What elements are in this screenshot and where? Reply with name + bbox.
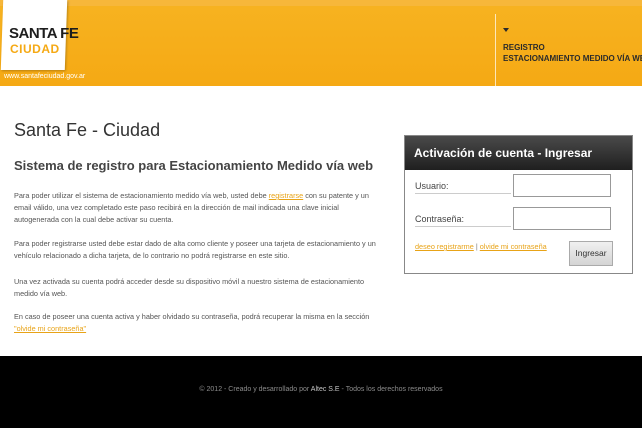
username-input[interactable] <box>513 174 611 197</box>
footer-text-before: © 2012 - Creado y desarrollado por <box>199 386 311 393</box>
footer-copyright: © 2012 - Creado y desarrollado por Altec… <box>0 386 642 393</box>
mobile-access-paragraph: Una vez activada su cuenta podrá acceder… <box>14 277 365 298</box>
forgot-password-inline-link[interactable]: "olvide mi contraseña" <box>14 324 86 333</box>
site-header: SANTA FE CIUDAD www.santafeciudad.gov.ar… <box>0 0 642 86</box>
page-subtitle: Sistema de registro para Estacionamiento… <box>14 158 374 173</box>
intro-text-before: Para poder utilizar el sistema de estaci… <box>14 191 269 200</box>
chevron-down-icon <box>503 28 509 32</box>
registry-label: REGISTRO <box>503 43 545 52</box>
footer-company: Altec S.E <box>310 386 340 393</box>
page-title: Santa Fe - Ciudad <box>14 120 161 140</box>
intro-paragraph: Para poder utilizar el sistema de estaci… <box>14 190 379 226</box>
login-links: deseo registrarme | olvide mi contraseña <box>415 242 547 251</box>
login-submit-button[interactable]: Ingresar <box>569 241 613 266</box>
logo-subtitle: CIUDAD <box>10 42 60 56</box>
password-label: Contraseña: <box>415 214 511 227</box>
santa-fe-logo[interactable]: SANTA FE CIUDAD <box>0 0 79 76</box>
login-heading: Activación de cuenta - Ingresar <box>405 136 632 170</box>
login-panel: Activación de cuenta - Ingresar Usuario:… <box>404 135 633 274</box>
password-input[interactable] <box>513 207 611 230</box>
site-url: www.santafeciudad.gov.ar <box>4 73 86 80</box>
registry-menu[interactable]: REGISTRO ESTACIONAMIENTO MEDIDO VÍA WEB <box>495 14 642 86</box>
header-top-strip <box>0 0 642 6</box>
register-link[interactable]: deseo registrarme <box>415 242 474 251</box>
username-label: Usuario: <box>415 181 511 194</box>
register-inline-link[interactable]: registrarse <box>269 191 303 200</box>
requirements-paragraph: Para poder registrarse usted debe estar … <box>14 239 376 260</box>
forgot-password-link[interactable]: olvide mi contraseña <box>480 242 547 251</box>
footer-text-after: - Todos los derechos reservados <box>339 386 443 393</box>
site-footer: © 2012 - Creado y desarrollado por Altec… <box>0 356 642 428</box>
password-recovery-paragraph: En caso de poseer una cuenta activa y ha… <box>14 311 379 335</box>
registry-sublabel: ESTACIONAMIENTO MEDIDO VÍA WEB <box>503 54 642 63</box>
recovery-text: En caso de poseer una cuenta activa y ha… <box>14 312 370 321</box>
logo-title: SANTA FE <box>9 25 79 42</box>
